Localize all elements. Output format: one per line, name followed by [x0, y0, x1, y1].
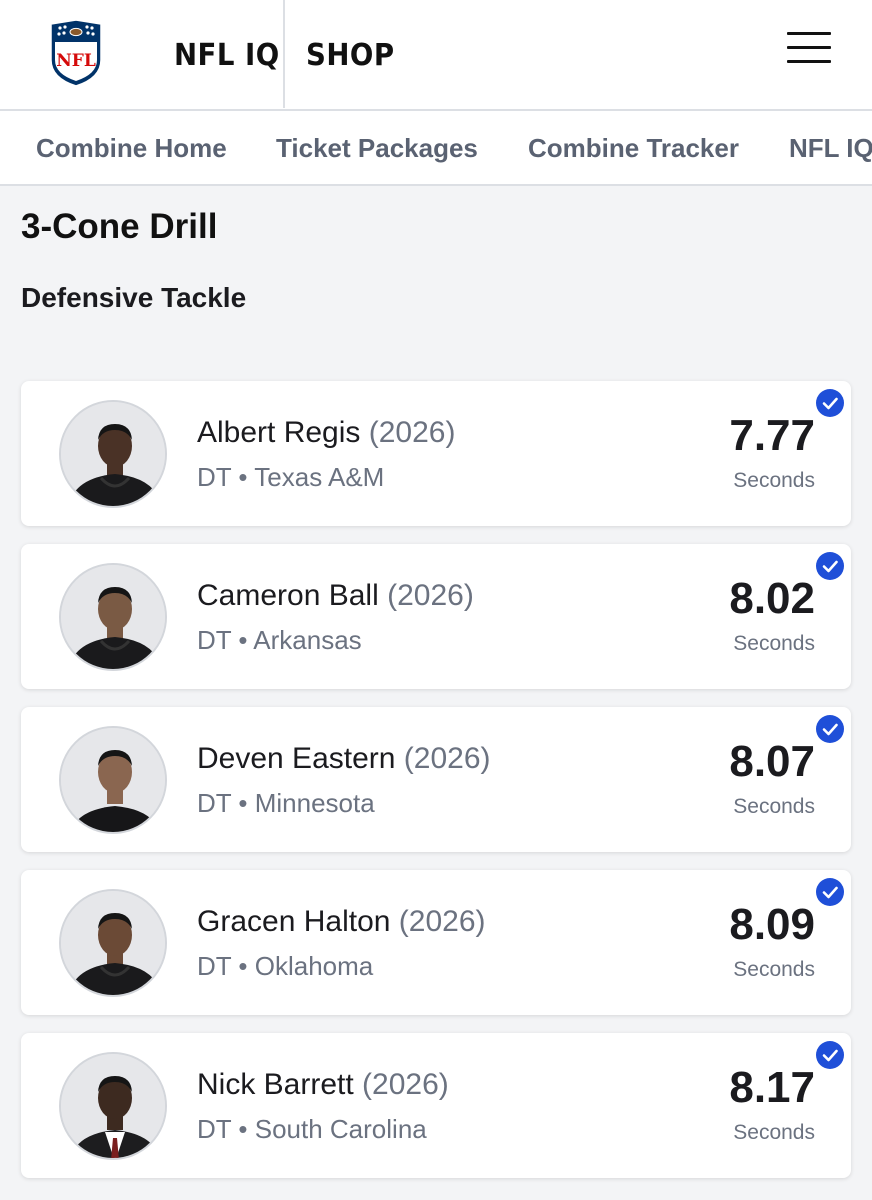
time-unit: Seconds	[733, 1121, 815, 1144]
player-name-line[interactable]: Gracen Halton (2026)	[197, 902, 486, 942]
player-position-school: DT • South Carolina	[197, 1114, 427, 1144]
player-result-card[interactable]: Nick Barrett (2026) DT • South Carolina 8.…	[21, 1033, 851, 1178]
subnav-ticket-packages[interactable]: Ticket Packages	[276, 131, 478, 165]
nfl-shield-logo[interactable]: NFL	[48, 18, 104, 88]
player-name-line[interactable]: Albert Regis (2026)	[197, 413, 455, 453]
player-name-line[interactable]: Deven Eastern (2026)	[197, 739, 491, 779]
player-result-card[interactable]: Deven Eastern (2026) DT • Minnesota 8.07 Se…	[21, 707, 851, 852]
svg-text:NFL: NFL	[56, 51, 96, 71]
draft-year: (2026)	[398, 905, 486, 938]
player-name-line[interactable]: Cameron Ball (2026)	[197, 576, 474, 616]
verified-check-icon	[816, 389, 844, 417]
player-position-school: DT • Oklahoma	[197, 951, 374, 981]
drill-title: 3-Cone Drill	[21, 207, 218, 246]
player-headshot[interactable]	[59, 400, 167, 508]
player-name[interactable]: Nick Barrett	[197, 1068, 354, 1101]
player-name[interactable]: Gracen Halton	[197, 905, 390, 938]
player-result-card[interactable]: Gracen Halton (2026) DT • Oklahoma 8.09 Sec…	[21, 870, 851, 1015]
draft-year: (2026)	[403, 742, 491, 775]
nav-nfl-iq-link[interactable]: NFL IQ	[174, 36, 280, 76]
player-headshot[interactable]	[59, 726, 167, 834]
player-headshot[interactable]	[59, 889, 167, 997]
combine-subnav: Combine Home Ticket Packages Combine Tra…	[0, 111, 872, 186]
player-name-line[interactable]: Nick Barrett (2026)	[197, 1065, 449, 1105]
draft-year: (2026)	[387, 579, 474, 612]
verified-check-icon	[816, 878, 844, 906]
subnav-nfl-iq[interactable]: NFL IQ	[789, 131, 872, 165]
nav-shop-link[interactable]: SHOP	[306, 36, 395, 76]
subnav-combine-tracker[interactable]: Combine Tracker	[528, 131, 739, 165]
time-unit: Seconds	[733, 795, 815, 818]
verified-check-icon	[816, 715, 844, 743]
player-name[interactable]: Cameron Ball	[197, 579, 379, 612]
player-position-school: DT • Arkansas	[197, 625, 362, 655]
header-divider	[283, 0, 285, 108]
drill-time: 8.17	[729, 1063, 815, 1112]
draft-year: (2026)	[368, 416, 456, 449]
player-name[interactable]: Albert Regis	[197, 416, 360, 449]
time-unit: Seconds	[733, 632, 815, 655]
top-bar: NFL NFL IQ SHOP	[0, 0, 872, 111]
drill-time: 8.09	[729, 900, 815, 949]
drill-time: 8.02	[729, 574, 815, 623]
player-result-card[interactable]: Albert Regis (2026) DT • Texas A&M 7.77 Sec…	[21, 381, 851, 526]
time-unit: Seconds	[733, 469, 815, 492]
drill-time: 8.07	[729, 737, 815, 786]
subnav-combine-home[interactable]: Combine Home	[36, 131, 227, 165]
player-name[interactable]: Deven Eastern	[197, 742, 395, 775]
player-headshot[interactable]	[59, 1052, 167, 1160]
verified-check-icon	[816, 552, 844, 580]
player-result-card[interactable]: Cameron Ball (2026) DT • Arkansas 8.02 Seco…	[21, 544, 851, 689]
player-position-school: DT • Texas A&M	[197, 462, 385, 492]
hamburger-menu-icon[interactable]	[787, 30, 831, 66]
verified-check-icon	[816, 1041, 844, 1069]
position-title: Defensive Tackle	[21, 282, 247, 313]
drill-time: 7.77	[729, 411, 815, 460]
player-position-school: DT • Minnesota	[197, 788, 375, 818]
player-headshot[interactable]	[59, 563, 167, 671]
draft-year: (2026)	[362, 1068, 449, 1101]
time-unit: Seconds	[733, 958, 815, 981]
